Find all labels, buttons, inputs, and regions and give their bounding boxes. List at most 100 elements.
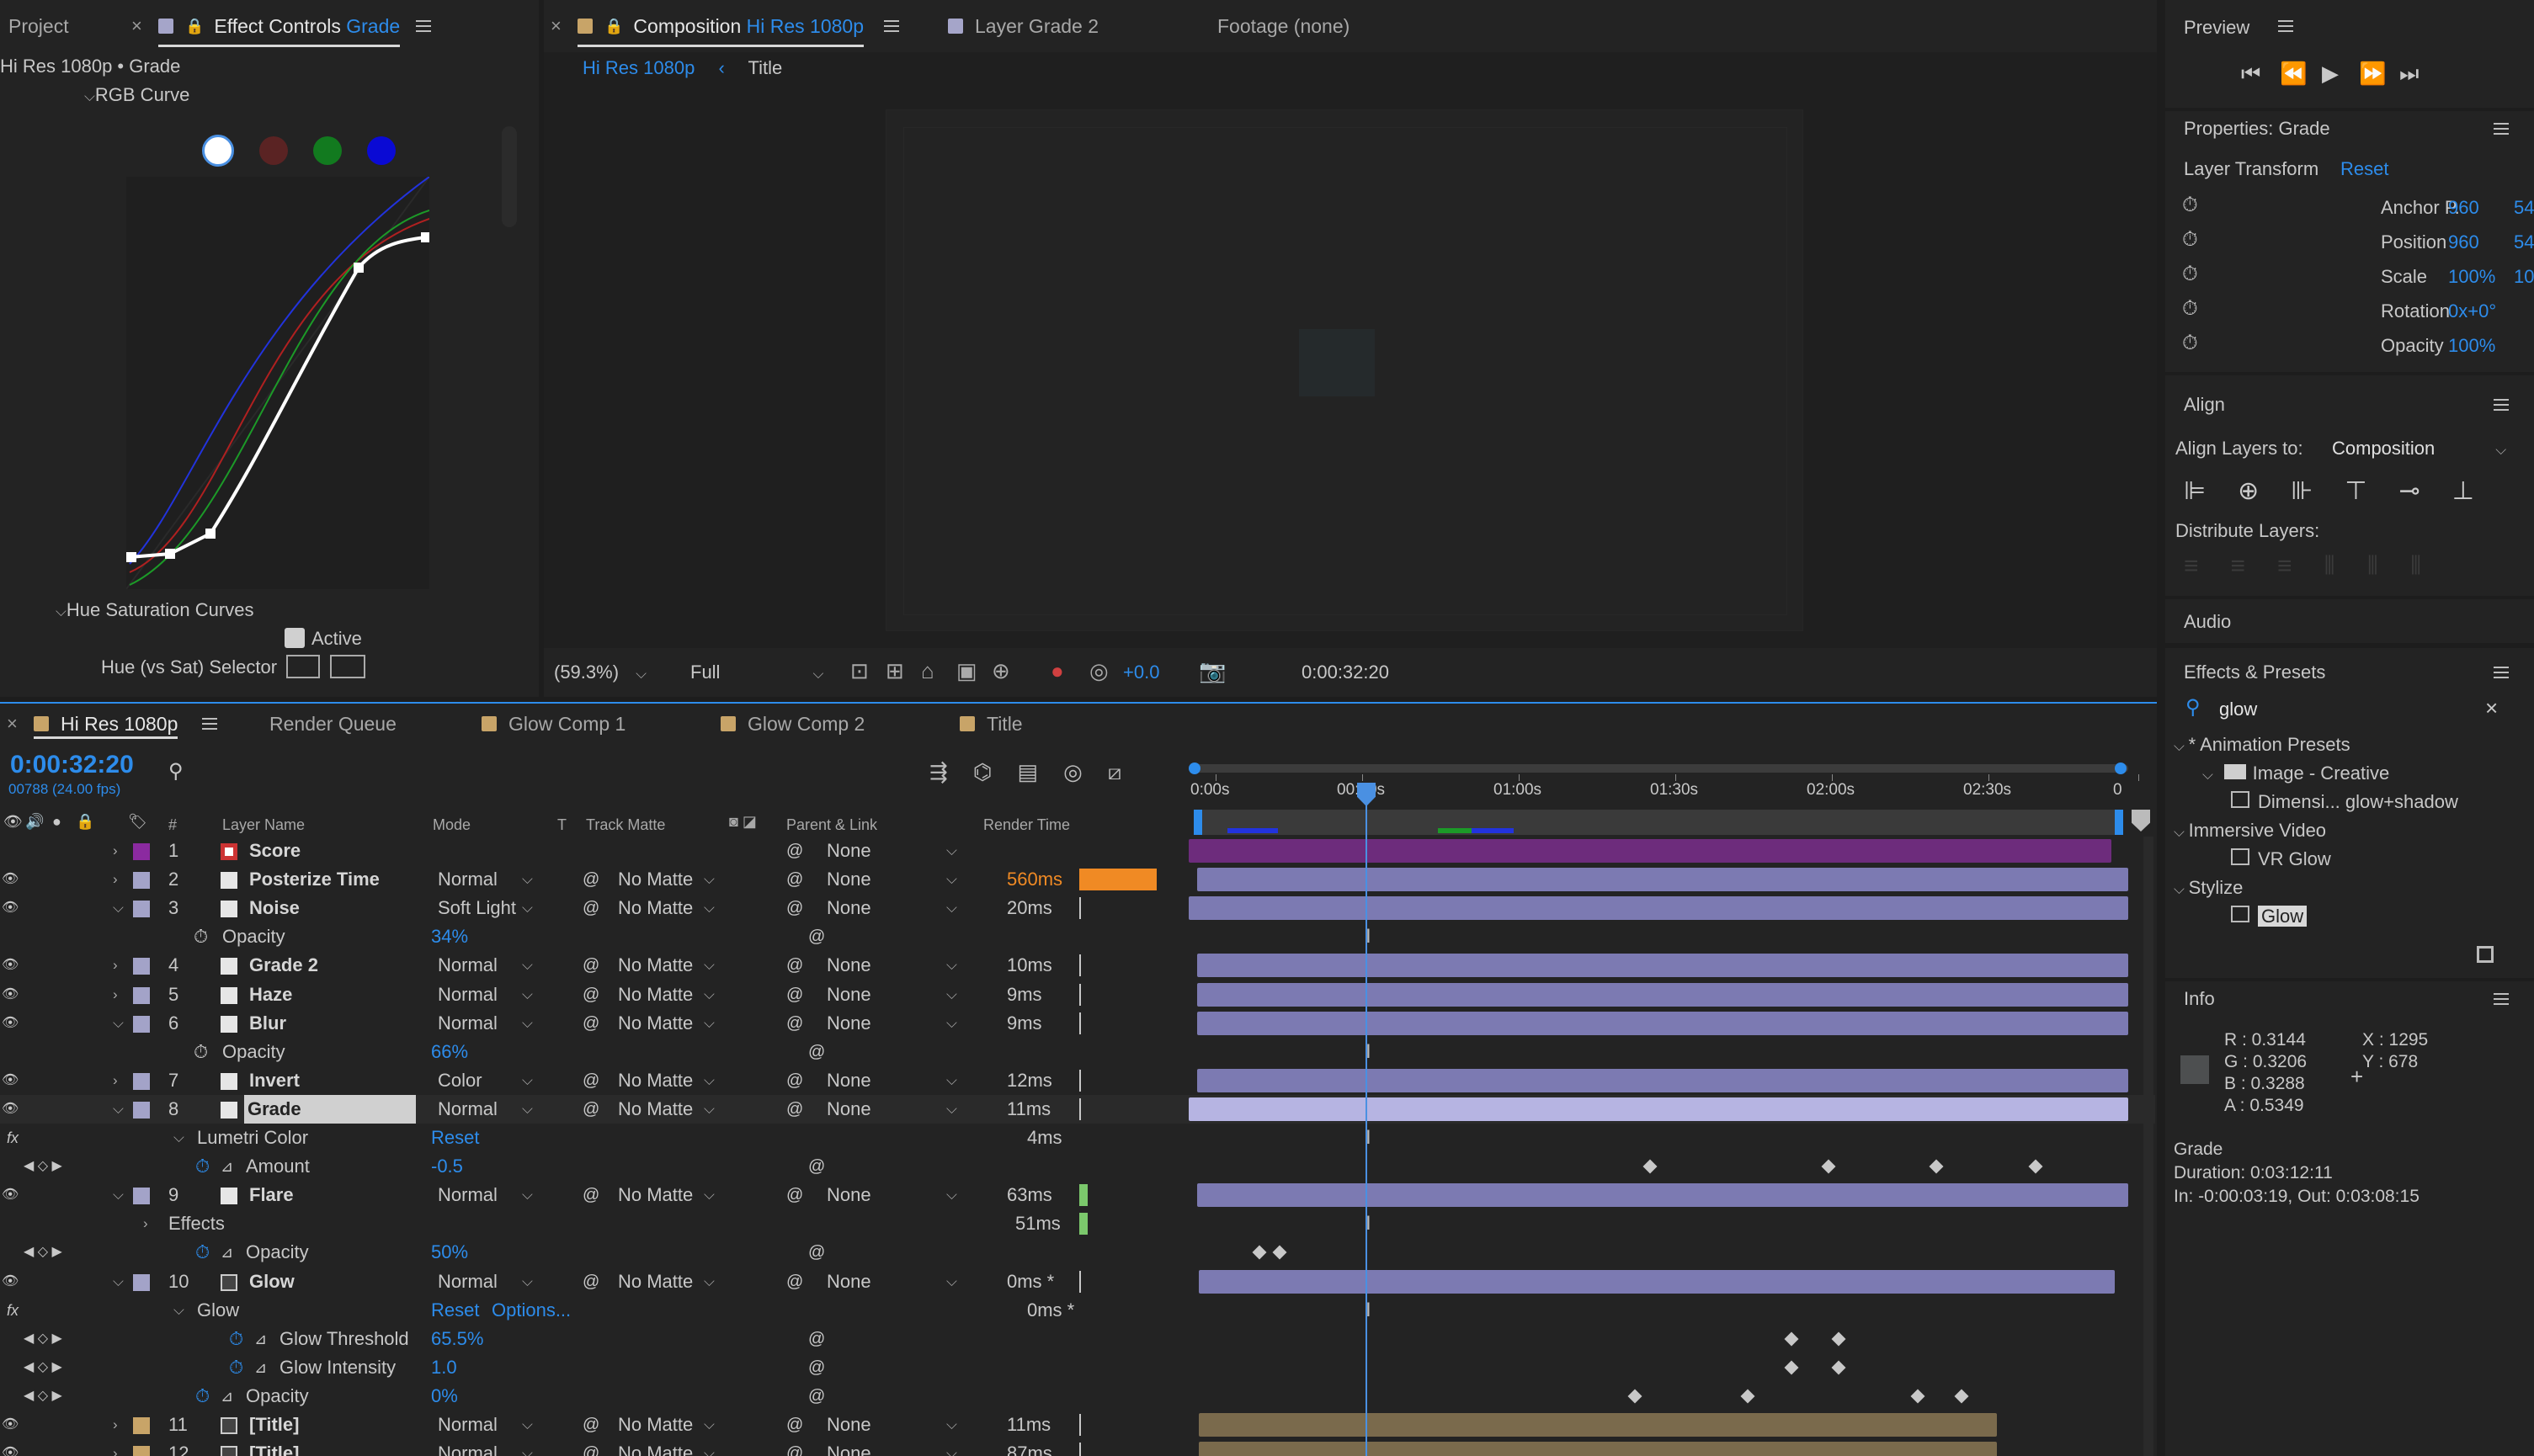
property-row[interactable]: fx ⌵ Lumetri Color Reset 4ms I (0, 1124, 2155, 1152)
keyframe-icon[interactable] (1910, 1389, 1925, 1404)
layer-row[interactable]: 👁 ⌵ 3 Noise Soft Light ⌵ @ No Matte ⌵ @ None ⌵ 20ms (0, 894, 2155, 922)
label-color-icon[interactable] (133, 1015, 150, 1033)
next-frame-icon[interactable]: ⏩ (2359, 61, 2386, 87)
tab-composition[interactable]: 🔒 Composition Hi Res 1080p (578, 0, 865, 52)
layer-row[interactable]: 👁 › 5 Haze Normal ⌵ @ No Matte ⌵ @ None ⌵ 9ms (0, 980, 2155, 1009)
panel-menu-icon[interactable] (2482, 118, 2509, 140)
matte-pickwhip-icon[interactable]: @ (583, 1267, 599, 1296)
tab-layer[interactable]: Layer Grade 2 (948, 0, 1099, 52)
graph-icon[interactable]: ⊿ (221, 1238, 233, 1267)
t-header[interactable]: T (557, 816, 567, 834)
green-channel-icon[interactable] (313, 136, 342, 165)
matte-pickwhip-icon[interactable]: @ (583, 980, 599, 1009)
tab-effect-controls[interactable]: 🔒 Effect Controls Grade (158, 0, 401, 52)
layer-duration-bar[interactable] (1197, 1068, 2128, 1092)
stopwatch-icon[interactable]: ⏱ (195, 1152, 210, 1181)
stopwatch-icon[interactable]: ⏱ (195, 1238, 210, 1267)
property-row[interactable]: ◀ ◇ ▶ ⏱ ⊿ Glow Intensity 1.0 @ (0, 1353, 2155, 1382)
parent-pickwhip-icon[interactable]: @ (786, 894, 803, 922)
white-channel-icon[interactable] (202, 135, 234, 167)
align-hcenter-icon[interactable]: ⊕ (2238, 476, 2259, 506)
reset-link[interactable]: Reset (2340, 158, 2388, 180)
frame-blending-icon[interactable]: ▤ (1018, 759, 1039, 786)
work-area-end-handle[interactable] (2115, 763, 2127, 774)
align-left-icon[interactable]: ⊫ (2184, 476, 2206, 506)
mode-select[interactable]: Normal (438, 1267, 498, 1296)
keyframe-nav-icon[interactable]: ◀ ◇ ▶ (24, 1353, 62, 1382)
layer-row[interactable]: 👁 › 11 [Title] Normal ⌵ @ No Matte ⌵ @ None ⌵ 11ms (0, 1411, 2155, 1439)
layer-duration-bar[interactable] (1189, 839, 2111, 863)
property-value-1[interactable]: 0x+0° (2448, 300, 2496, 322)
matte-pickwhip-icon[interactable]: @ (583, 1411, 599, 1439)
track-matte-select[interactable]: No Matte (618, 1411, 693, 1439)
matte-pickwhip-icon[interactable]: @ (583, 1009, 599, 1038)
parent-pickwhip-icon[interactable]: @ (786, 1267, 803, 1296)
grid-guides-icon[interactable]: ⊕ (992, 658, 1010, 684)
work-area-start-handle[interactable] (1189, 763, 1200, 774)
stopwatch-icon[interactable]: ⏱ (2182, 228, 2198, 252)
track-matte-select[interactable]: No Matte (618, 1181, 693, 1209)
visibility-header-icon[interactable]: 👁 (3, 813, 23, 831)
panel-menu-icon[interactable] (2482, 394, 2509, 416)
matte-pickwhip-icon[interactable]: @ (583, 1095, 599, 1124)
parent-pickwhip-icon[interactable]: @ (786, 951, 803, 980)
label-color-icon[interactable] (133, 958, 150, 975)
time-ruler[interactable]: 0:00s00:30s01:00s01:30s02:00s02:30s0 (1189, 756, 2139, 811)
track-matte-select[interactable]: No Matte (618, 1066, 693, 1095)
layer-row[interactable]: › 1 Score @ None ⌵ (0, 837, 2155, 865)
property-value[interactable]: -0.5 (431, 1152, 463, 1181)
distribute-bottom-icon[interactable]: ≡ (2277, 552, 2292, 581)
hue-sat-curves-toggle[interactable]: ⌵Hue Saturation Curves (56, 599, 253, 621)
property-value[interactable]: 1.0 (431, 1353, 457, 1382)
chevron-down-icon[interactable]: ⌵ (2174, 738, 2189, 754)
keyframe-nav-icon[interactable]: ◀ ◇ ▶ (24, 1382, 62, 1411)
num-header[interactable]: # (168, 816, 177, 834)
track-matte-select[interactable]: No Matte (618, 1095, 693, 1124)
mode-select[interactable]: Normal (438, 1181, 498, 1209)
effects-tree-item[interactable]: ⌵ Stylize (2174, 877, 2243, 899)
graph-icon[interactable]: ⊿ (254, 1353, 267, 1382)
stopwatch-icon[interactable]: ⏱ (2182, 194, 2198, 217)
parent-select[interactable]: None (827, 1095, 871, 1124)
mode-select[interactable]: Soft Light (438, 894, 516, 922)
graph-icon[interactable]: ⊿ (221, 1152, 233, 1181)
label-color-icon[interactable] (133, 1188, 150, 1205)
clear-search-icon[interactable]: × (2485, 695, 2498, 721)
track-matte-select[interactable]: No Matte (618, 980, 693, 1009)
navigator-bar[interactable] (1194, 810, 2123, 835)
property-row[interactable]: ⏱ Opacity 66% @ I (0, 1038, 2155, 1066)
parent-pickwhip-icon[interactable]: @ (786, 1181, 803, 1209)
layer-name[interactable]: Invert (249, 1066, 300, 1095)
parent-pickwhip-icon[interactable]: @ (786, 837, 803, 865)
property-value-1[interactable]: 960 (2448, 197, 2479, 219)
label-color-icon[interactable] (133, 1446, 150, 1456)
visibility-eye-icon[interactable]: 👁 (2, 951, 19, 980)
layer-duration-bar[interactable] (1199, 1442, 1997, 1456)
property-value-1[interactable]: 100% (2448, 266, 2495, 288)
effects-tree-item[interactable]: ⌵ Image - Creative (2202, 763, 2389, 784)
keyframe-icon[interactable] (1627, 1389, 1642, 1404)
effects-tree-item[interactable]: VR Glow (2231, 848, 2331, 870)
chevron-right-icon[interactable]: › (113, 1066, 118, 1095)
distribute-top-icon[interactable]: ≡ (2184, 552, 2199, 581)
stopwatch-icon[interactable]: ⏱ (194, 1038, 208, 1066)
channel-rgb-icon[interactable]: ● (1051, 658, 1064, 684)
chevron-right-icon[interactable]: › (113, 1439, 118, 1456)
keyframe-icon[interactable] (1784, 1360, 1799, 1375)
align-vcenter-icon[interactable]: ⊸ (2399, 476, 2420, 506)
layer-name[interactable]: Grade 2 (249, 951, 318, 980)
property-row[interactable]: fx ⌵ Glow Reset Options... 0ms * I (0, 1296, 2155, 1325)
pickwhip-icon[interactable]: @ (808, 1238, 825, 1267)
draft-3d-icon[interactable]: ⌬ (973, 759, 993, 786)
fx-icon[interactable]: fx (7, 1296, 19, 1325)
close-icon[interactable]: × (131, 0, 152, 52)
distribute-left-icon[interactable]: ⦀ (2324, 552, 2335, 581)
layer-name[interactable]: Posterize Time (249, 865, 380, 894)
layer-name[interactable]: Score (249, 837, 301, 865)
parent-pickwhip-icon[interactable]: @ (786, 1095, 803, 1124)
chevron-right-icon[interactable]: › (113, 837, 118, 865)
navigator-end-handle[interactable] (2115, 810, 2123, 835)
property-value[interactable]: 50% (431, 1238, 468, 1267)
previous-frame-icon[interactable]: ⏪ (2280, 61, 2307, 87)
viewer-timecode[interactable]: 0:00:32:20 (1302, 662, 1389, 683)
